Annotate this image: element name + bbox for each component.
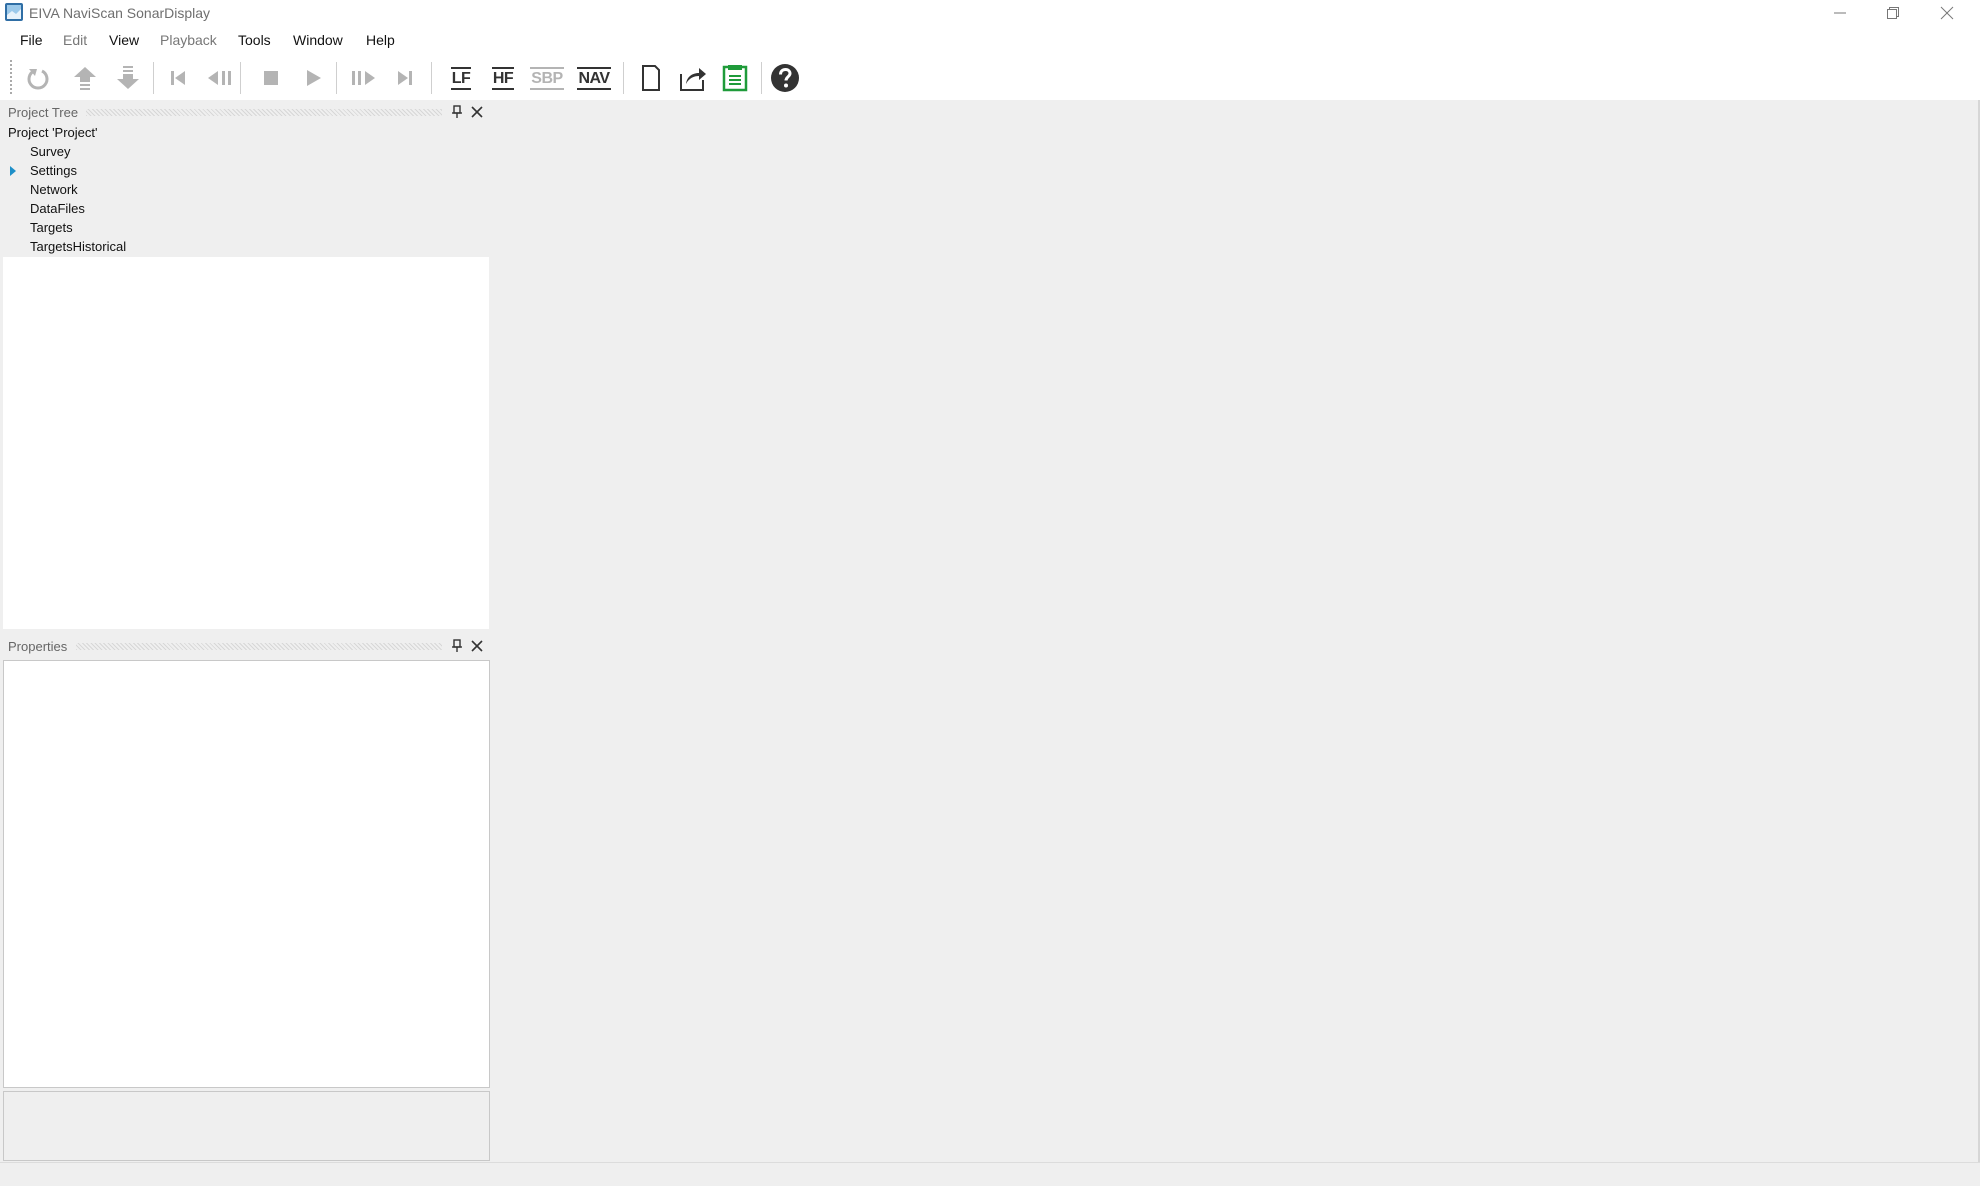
nav-button[interactable]: NAV [573,62,615,94]
menu-view[interactable]: View [109,32,139,48]
panel-grip[interactable] [86,109,442,116]
sbp-icon: SBP [530,66,564,90]
hf-icon: HF [491,66,515,90]
properties-grid[interactable] [3,660,490,1088]
move-up-button[interactable] [69,62,101,94]
close-icon[interactable] [470,105,484,119]
skip-last-button[interactable] [389,62,421,94]
step-forward-button[interactable] [347,62,379,94]
step-back-icon [208,71,231,85]
sbp-button[interactable]: SBP [527,62,567,94]
tree-item-datafiles[interactable]: DataFiles [30,201,85,216]
lf-icon: LF [450,66,472,90]
menu-help[interactable]: Help [366,32,395,48]
project-tree-title: Project Tree [8,105,79,120]
move-down-button[interactable] [112,62,144,94]
step-back-button[interactable] [204,62,236,94]
step-forward-icon [352,71,375,85]
title-bar: EIVA NaviScan SonarDisplay [0,0,1980,26]
restore-button[interactable] [1868,0,1920,26]
hf-button[interactable]: HF [485,62,521,94]
close-icon[interactable] [470,639,484,653]
toolbar-separator [623,62,624,94]
toolbar-separator [153,62,154,94]
menu-window[interactable]: Window [293,32,343,48]
window-title: EIVA NaviScan SonarDisplay [29,5,211,21]
new-document-icon [642,65,660,91]
save-button[interactable] [719,62,751,94]
pin-icon[interactable] [451,639,463,653]
toolbar-separator [431,62,432,94]
export-icon [680,68,706,91]
properties-title: Properties [8,639,68,654]
new-document-button[interactable] [635,62,667,94]
move-up-icon [74,67,96,90]
pin-icon[interactable] [451,105,463,119]
toolbar-grip[interactable] [10,60,12,94]
close-icon [1940,6,1954,20]
tree-item-network[interactable]: Network [30,182,78,197]
expand-arrow-icon[interactable] [10,166,16,176]
stop-icon [264,71,278,85]
nav-icon: NAV [577,66,611,90]
stop-button[interactable] [255,62,287,94]
refresh-icon [27,69,49,90]
tree-item-settings[interactable]: Settings [30,163,77,178]
help-button[interactable] [769,62,801,94]
help-icon [771,64,799,92]
tree-item-survey[interactable]: Survey [30,144,70,159]
menu-playback[interactable]: Playback [160,32,217,48]
project-tree [3,122,489,629]
restore-icon [1887,7,1899,19]
toolbar: LF HF SBP NAV [0,54,1980,100]
properties-header: Properties [0,636,490,656]
menu-edit[interactable]: Edit [63,32,87,48]
skip-first-button[interactable] [162,62,194,94]
tree-root-project[interactable]: Project 'Project' [8,125,98,140]
menu-tools[interactable]: Tools [238,32,271,48]
toolbar-separator [761,62,762,94]
minimize-icon [1834,12,1846,14]
refresh-button[interactable] [22,62,54,94]
properties-description [3,1091,490,1161]
close-window-button[interactable] [1922,0,1974,26]
tree-item-targetshistorical[interactable]: TargetsHistorical [30,239,126,254]
toolbar-separator [336,62,337,94]
lf-button[interactable]: LF [443,62,479,94]
skip-last-icon [398,71,412,85]
status-bar [0,1162,1980,1186]
panel-grip[interactable] [76,643,442,650]
toolbar-separator [240,62,241,94]
minimize-button[interactable] [1815,0,1867,26]
save-icon [722,65,748,92]
app-logo-icon [5,3,23,21]
move-down-icon [117,66,139,89]
play-button[interactable] [297,62,329,94]
tree-item-targets[interactable]: Targets [30,220,73,235]
menu-bar: File Edit View Playback Tools Window Hel… [0,26,1980,54]
skip-first-icon [171,71,185,85]
project-tree-header: Project Tree [0,102,490,122]
menu-file[interactable]: File [20,32,43,48]
play-icon [307,70,321,86]
export-button[interactable] [677,62,709,94]
